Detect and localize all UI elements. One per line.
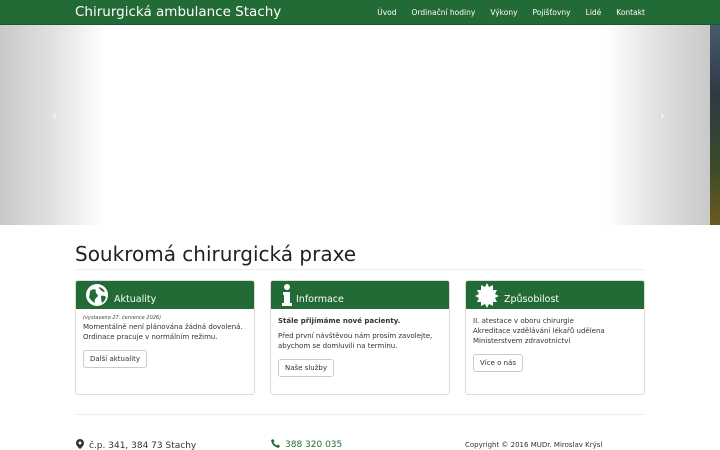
carousel-next-area[interactable] [605, 25, 710, 225]
divider [75, 414, 645, 415]
panel-heading: Informace [271, 281, 449, 309]
nav-item-vykony[interactable]: Výkony [490, 8, 517, 17]
panel-text-line: Ministerstvem zdravotnictví [473, 337, 571, 345]
panel-zpusobilost: Způsobilost II. atestace v oboru chirurg… [465, 280, 645, 395]
divider [75, 269, 645, 270]
panel-text-line: abychom se domluvili na termínu. [278, 342, 398, 350]
panel-heading: Aktuality [76, 281, 254, 309]
panel-text-line: Akreditace vzdělávání lékařů udělena [473, 327, 605, 335]
address-text: č.p. 341, 384 73 Stachy [89, 440, 197, 450]
footer-phone: 388 320 035 [271, 439, 342, 450]
panel-text-line: II. atestace v oboru chirurgie [473, 317, 574, 325]
panel-bold-text: Stále přijímáme nové pacienty. [278, 317, 401, 325]
nav-item-ordinacni-hodiny[interactable]: Ordinační hodiny [412, 8, 476, 17]
panel-text-line: Ordinace pracuje v normálním režimu. [83, 333, 218, 341]
panel-aktuality: Aktuality (vystaveno 27. července 2026) … [75, 280, 255, 395]
panel-heading: Způsobilost [466, 281, 644, 309]
posted-date: (vystaveno 27. července 2026) [83, 315, 162, 321]
our-services-button[interactable]: Naše služby [278, 359, 334, 377]
more-about-us-button[interactable]: Více o nás [473, 354, 523, 372]
panel-title: Informace [296, 294, 344, 305]
footer-address: č.p. 341, 384 73 Stachy [76, 439, 196, 450]
page-title: Soukromá chirurgická praxe [75, 242, 357, 266]
carousel-prev-area[interactable] [0, 25, 105, 225]
navbar: Chirurgická ambulance Stachy Úvod Ordina… [0, 0, 720, 25]
panel-informace: Informace Stále přijímáme nové pacienty.… [270, 280, 450, 395]
carousel-next-slide-image [710, 25, 720, 225]
map-marker-icon [76, 439, 84, 450]
phone-icon [271, 439, 280, 450]
phone-link[interactable]: 388 320 035 [285, 440, 342, 450]
panel-title: Způsobilost [504, 294, 560, 305]
main-nav: Úvod Ordinační hodiny Výkony Pojišťovny … [377, 0, 645, 25]
panel-body: Stále přijímáme nové pacienty. Před prvn… [271, 309, 449, 383]
panel-text-line: Momentálně není plánována žádná dovolená… [83, 323, 243, 331]
nav-item-uvod[interactable]: Úvod [377, 8, 396, 17]
nav-item-lide[interactable]: Lidé [586, 8, 602, 17]
chevron-left-icon[interactable]: ‹ [52, 109, 57, 123]
nav-item-pojistovny[interactable]: Pojišťovny [533, 8, 571, 17]
panel-body: II. atestace v oboru chirurgie Akreditac… [466, 309, 644, 378]
panel-title: Aktuality [114, 294, 157, 305]
more-news-button[interactable]: Další aktuality [83, 350, 148, 368]
panel-body: (vystaveno 27. července 2026) Momentálně… [76, 309, 254, 374]
panel-text-line: Před první návštěvou nám prosím zavolejt… [278, 332, 433, 340]
brand-link[interactable]: Chirurgická ambulance Stachy [75, 4, 281, 20]
nav-item-kontakt[interactable]: Kontakt [616, 8, 645, 17]
chevron-right-icon[interactable]: › [660, 109, 665, 123]
carousel: ‹ › [0, 25, 720, 225]
copyright: Copyright © 2016 MUDr. Miroslav Krýsl [465, 441, 603, 449]
globe-icon [84, 282, 110, 308]
certificate-icon [474, 282, 500, 308]
